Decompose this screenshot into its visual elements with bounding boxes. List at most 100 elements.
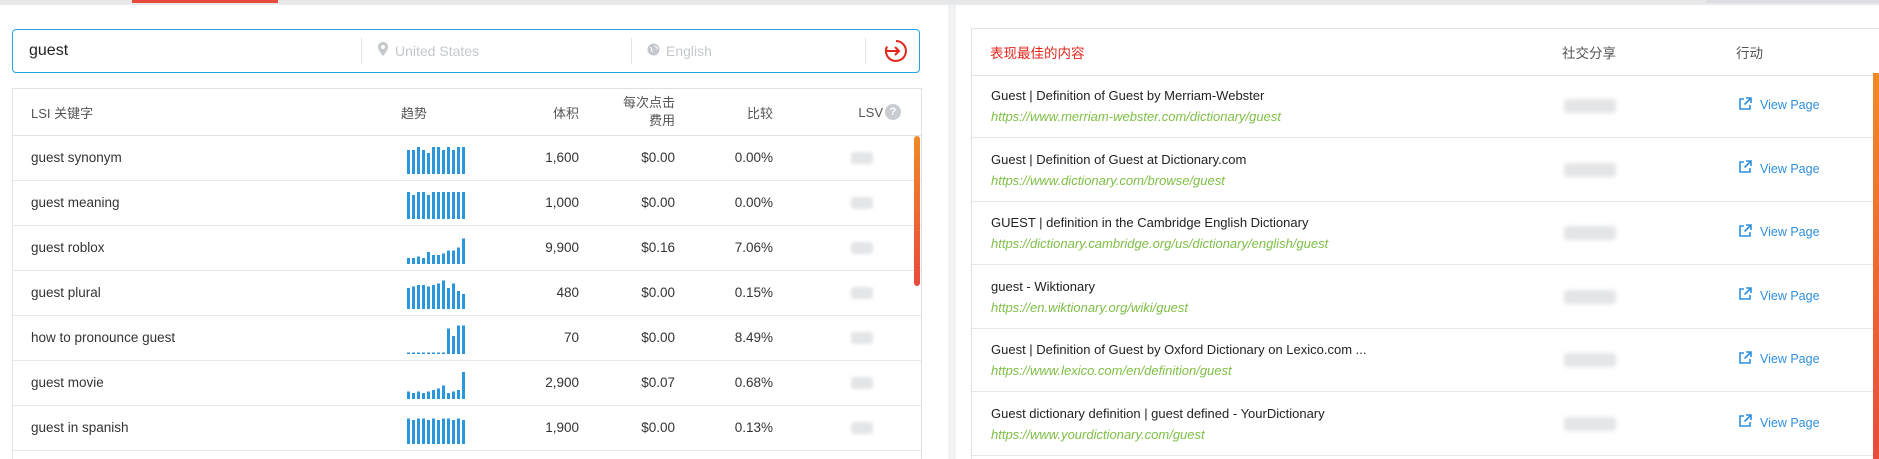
content-url[interactable]: https://www.dictionary.com/browse/guest — [991, 173, 1225, 188]
language-field[interactable]: English — [647, 30, 712, 72]
trend-bar — [427, 391, 430, 399]
view-page-button[interactable]: View Page — [1738, 349, 1820, 369]
keyword-input[interactable]: guest — [29, 30, 68, 72]
trend-bar — [432, 418, 435, 444]
trend-bar — [422, 150, 425, 174]
view-page-button[interactable]: View Page — [1738, 413, 1820, 433]
trend-bar — [417, 418, 420, 444]
table-row: guest meaning 1,000 $0.00 0.00% — [13, 180, 921, 226]
trend-bar — [452, 192, 455, 219]
header-action: 行动 — [1736, 46, 1763, 61]
header-social-shares[interactable]: 社交分享 — [1562, 29, 1616, 75]
lsi-keyword-table: LSI 关键字 趋势 体积 每次点击 费用 比较 LSV ? guest syn… — [12, 88, 922, 459]
trend-bar — [432, 390, 435, 399]
content-url[interactable]: https://en.wiktionary.org/wiki/guest — [991, 300, 1188, 315]
external-link-icon — [1738, 96, 1752, 114]
view-page-button[interactable]: View Page — [1738, 95, 1820, 115]
keyword-link[interactable]: guest meaning — [31, 180, 120, 225]
external-link-icon — [1738, 223, 1752, 241]
top-right-control[interactable] — [1706, 0, 1879, 3]
trend-sparkline — [407, 192, 465, 219]
trend-sparkline — [407, 280, 465, 309]
view-page-label: View Page — [1760, 415, 1820, 430]
trend-bar — [412, 352, 415, 354]
content-title[interactable]: Guest | Definition of Guest by Merriam-W… — [991, 88, 1264, 103]
view-page-button[interactable]: View Page — [1738, 222, 1820, 242]
trend-sparkline — [407, 147, 465, 174]
trend-bar — [442, 192, 445, 219]
header-volume[interactable]: 体积 — [513, 89, 579, 135]
top-content-table: 表现最佳的内容 社交分享 行动 Guest | Definition of Gu… — [971, 28, 1879, 459]
external-link-icon — [1738, 414, 1752, 431]
keyword-link[interactable]: how to pronounce guest — [31, 315, 175, 360]
content-title[interactable]: Guest | Definition of Guest at Dictionar… — [991, 152, 1246, 167]
divider — [631, 38, 632, 64]
external-link-icon — [1738, 350, 1752, 368]
content-url[interactable]: https://www.yourdictionary.com/guest — [991, 427, 1205, 442]
keyword-link[interactable]: guest in spanish — [31, 405, 129, 450]
trend-bar — [462, 192, 465, 219]
content-url[interactable]: https://www.lexico.com/en/definition/gue… — [991, 363, 1232, 378]
trend-bar — [407, 418, 410, 444]
view-page-label: View Page — [1760, 98, 1820, 112]
content-title[interactable]: GUEST | definition in the Cambridge Engl… — [991, 215, 1308, 230]
compare-value: 7.06% — [734, 240, 773, 255]
social-shares-blurred — [1564, 162, 1616, 177]
trend-bar — [452, 336, 455, 354]
header-compare[interactable]: 比较 — [713, 89, 773, 135]
keyword-link[interactable]: guest movie — [31, 360, 104, 405]
content-row: guest - Wiktionary https://en.wiktionary.… — [972, 266, 1879, 329]
trend-bar — [427, 286, 430, 309]
content-row: Guest dictionary definition | guest defi… — [972, 393, 1879, 456]
header-cpc[interactable]: 每次点击 费用 — [609, 89, 675, 135]
content-url[interactable]: https://dictionary.cambridge.org/us/dict… — [991, 236, 1328, 251]
compare-value: 0.00% — [734, 195, 773, 210]
trend-bar — [417, 192, 420, 219]
help-icon[interactable]: ? — [885, 89, 901, 135]
lsv-value-blurred — [851, 360, 873, 405]
scrollbar[interactable] — [914, 136, 920, 286]
view-page-button[interactable]: View Page — [1738, 286, 1820, 306]
lsv-value-blurred — [851, 405, 873, 450]
content-url[interactable]: https://www.merriam-webster.com/dictiona… — [991, 109, 1281, 124]
volume-value: 70 — [563, 330, 579, 345]
country-field[interactable]: United States — [377, 30, 479, 72]
header-lsi-keyword[interactable]: LSI 关键字 — [31, 89, 93, 135]
sign-in-arrow-icon[interactable] — [883, 38, 909, 64]
view-page-label: View Page — [1760, 225, 1820, 239]
trend-bar — [407, 150, 410, 174]
trend-bar — [407, 258, 410, 264]
trend-bar — [412, 420, 415, 444]
trend-bar — [452, 150, 455, 174]
lsv-value-blurred — [851, 225, 873, 270]
keyword-search-bar: guest United States English — [12, 29, 920, 73]
table-row: guest synonym 1,600 $0.00 0.00% — [13, 135, 921, 181]
keyword-link[interactable]: guest synonym — [31, 135, 122, 180]
trend-bar — [432, 192, 435, 219]
scrollbar[interactable] — [1873, 73, 1879, 459]
keyword-link[interactable]: guest roblox — [31, 225, 105, 270]
trend-bar — [407, 192, 410, 219]
trend-bar — [462, 294, 465, 309]
trend-bar — [432, 255, 435, 264]
trend-bar — [447, 393, 450, 399]
trend-bar — [457, 147, 460, 174]
header-trend[interactable]: 趋势 — [401, 89, 427, 135]
keyword-link[interactable]: guest plural — [31, 270, 101, 315]
trend-bar — [462, 238, 465, 264]
header-lsv[interactable]: LSV — [839, 89, 883, 135]
trend-bar — [457, 418, 460, 444]
trend-bar — [432, 285, 435, 309]
trend-bar — [412, 150, 415, 174]
trend-bar — [422, 352, 425, 354]
trend-bar — [447, 250, 450, 264]
content-title[interactable]: Guest | Definition of Guest by Oxford Di… — [991, 342, 1366, 357]
view-page-button[interactable]: View Page — [1738, 159, 1820, 179]
content-row: GUEST | definition in the Cambridge Engl… — [972, 202, 1879, 265]
content-title[interactable]: guest - Wiktionary — [991, 279, 1095, 294]
trend-bar — [407, 391, 410, 399]
trend-bar — [417, 256, 420, 264]
volume-value: 9,900 — [545, 240, 579, 255]
volume-value: 1,900 — [545, 420, 579, 435]
content-title[interactable]: Guest dictionary definition | guest defi… — [991, 406, 1325, 421]
